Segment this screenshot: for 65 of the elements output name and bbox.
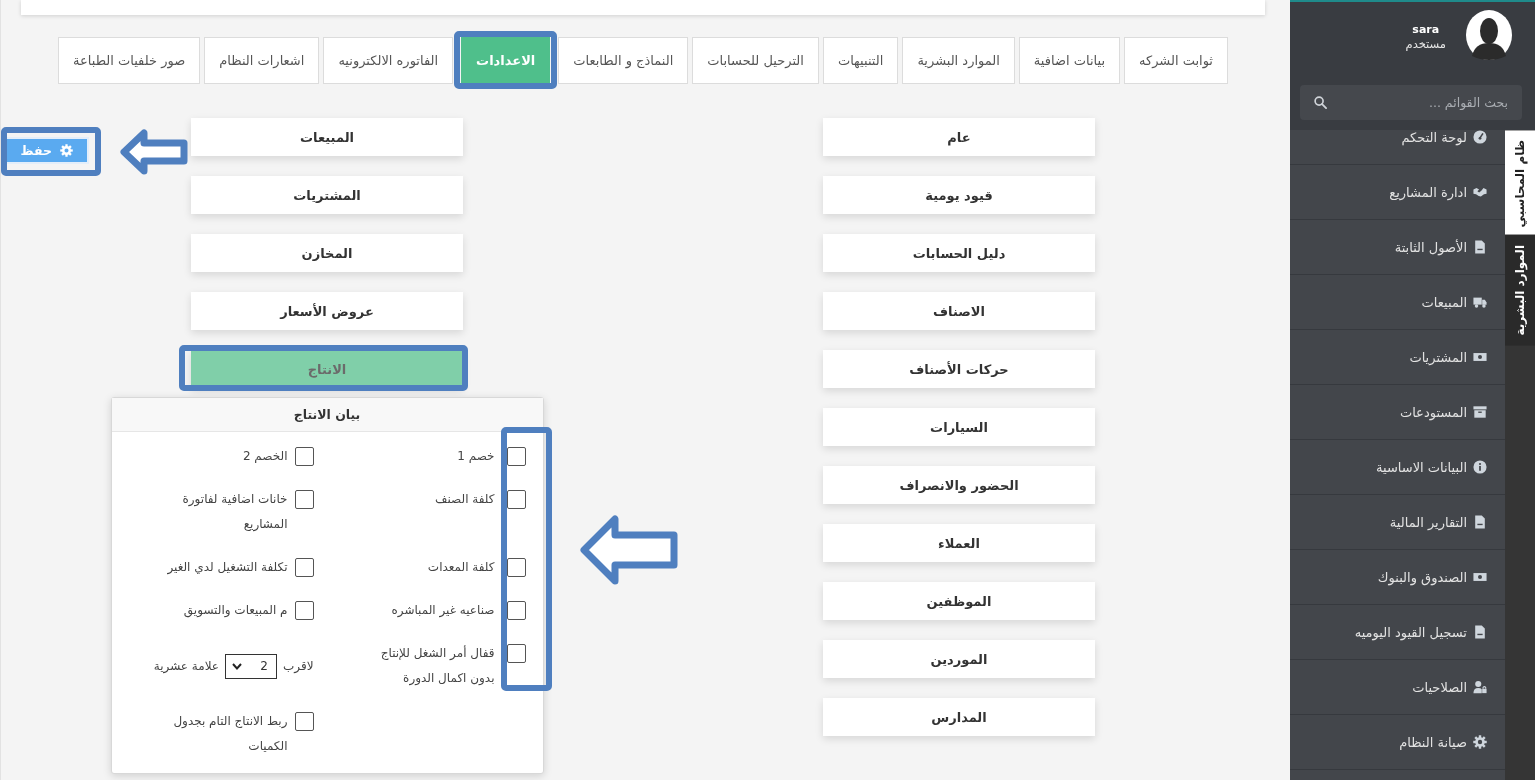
checkbox[interactable] xyxy=(294,558,314,577)
callout-arrow xyxy=(119,128,189,176)
tab[interactable]: الموارد البشرية xyxy=(902,37,1015,84)
settings-button[interactable]: المشتريات xyxy=(191,176,463,214)
settings-button[interactable]: الموردين xyxy=(823,640,1095,678)
settings-button[interactable]: العملاء xyxy=(823,524,1095,562)
archive-box-icon xyxy=(1473,405,1487,419)
vertical-tab[interactable]: ظام المحاسبي xyxy=(1505,130,1535,236)
gear-icon xyxy=(1473,735,1487,749)
settings-button[interactable]: عام xyxy=(823,118,1095,156)
info-icon xyxy=(1473,460,1487,474)
settings-button[interactable]: السيارات xyxy=(823,408,1095,446)
checkbox-label: كلفة المعدات xyxy=(427,559,495,576)
checkbox[interactable] xyxy=(294,712,314,731)
checkbox-label: الخصم 2 xyxy=(242,448,288,465)
menu-item[interactable]: لوحة التحكم xyxy=(1290,130,1505,165)
checkbox-label: صناعيه غير المباشره xyxy=(391,602,495,620)
cash-icon xyxy=(1473,350,1487,364)
settings-button[interactable]: المبيعات xyxy=(191,118,463,156)
file-icon xyxy=(1473,515,1487,529)
decimal-places-select[interactable]: 2 xyxy=(225,653,277,679)
user-role: مستخدم xyxy=(1405,36,1446,52)
vertical-tab[interactable]: الموارد البشرية xyxy=(1505,235,1535,346)
checkbox[interactable] xyxy=(294,490,314,509)
tab[interactable]: ثوابت الشركه xyxy=(1124,37,1228,84)
checkbox-label: تكلفة التشغيل لدي الغير xyxy=(167,559,288,577)
avatar-icon xyxy=(1466,10,1512,60)
checkbox[interactable] xyxy=(294,601,314,620)
tab[interactable]: النماذج و الطابعات xyxy=(558,37,689,84)
cash-icon xyxy=(1473,570,1487,584)
chevron-down-icon xyxy=(232,662,242,670)
settings-button[interactable]: الاصناف xyxy=(823,292,1095,330)
settings-button[interactable]: دليل الحسابات xyxy=(823,234,1095,272)
settings-button[interactable]: الحضور والانصراف xyxy=(823,466,1095,504)
checkbox-label: كلفة الصنف xyxy=(435,491,495,508)
settings-button[interactable]: المدارس xyxy=(823,698,1095,736)
field-label: لاقرب xyxy=(283,657,314,675)
file-icon xyxy=(1473,625,1487,639)
truck-icon xyxy=(1473,295,1487,309)
panel-title: بيان الانتاج xyxy=(111,398,543,432)
user-lock-icon xyxy=(1473,680,1487,694)
field-label: علامة عشرية xyxy=(153,657,219,676)
checkbox-label: ربط الانتاج التام بجدول الكميات xyxy=(172,713,288,755)
search-field[interactable]: بحث القوائم ... xyxy=(1300,85,1522,120)
tab[interactable]: صور خلفيات الطباعة xyxy=(58,37,201,84)
checkbox-label: خانات اضافية لفاتورة المشاريع xyxy=(181,491,288,534)
settings-button[interactable]: المخازن xyxy=(191,234,463,272)
tab[interactable]: التنبيهات xyxy=(822,37,899,84)
user-name: sara xyxy=(1412,22,1440,37)
checkbox[interactable] xyxy=(294,447,314,466)
gear-icon xyxy=(60,144,73,157)
tab[interactable]: اشعارات النظام xyxy=(204,37,320,84)
handshake-icon xyxy=(1473,185,1487,199)
tab[interactable]: الفاتوره الالكترونيه xyxy=(323,37,454,84)
file-icon xyxy=(1473,240,1487,254)
settings-button[interactable]: الموظفين xyxy=(823,582,1095,620)
search-icon xyxy=(1314,96,1327,109)
settings-button[interactable]: قيود يومية xyxy=(823,176,1095,214)
checkbox-label: خصم 1 xyxy=(457,448,495,465)
checkbox-label: م المبيعات والتسويق xyxy=(183,602,288,620)
tab[interactable]: الترحيل للحسابات xyxy=(692,37,819,84)
tab[interactable]: بيانات اضافية xyxy=(1018,37,1120,84)
settings-button[interactable]: عروض الأسعار xyxy=(191,292,463,330)
settings-button[interactable]: حركات الأصناف xyxy=(823,350,1095,388)
checkbox-label: قفال أمر الشغل للإنتاج بدون اكمال الدورة xyxy=(379,644,495,688)
